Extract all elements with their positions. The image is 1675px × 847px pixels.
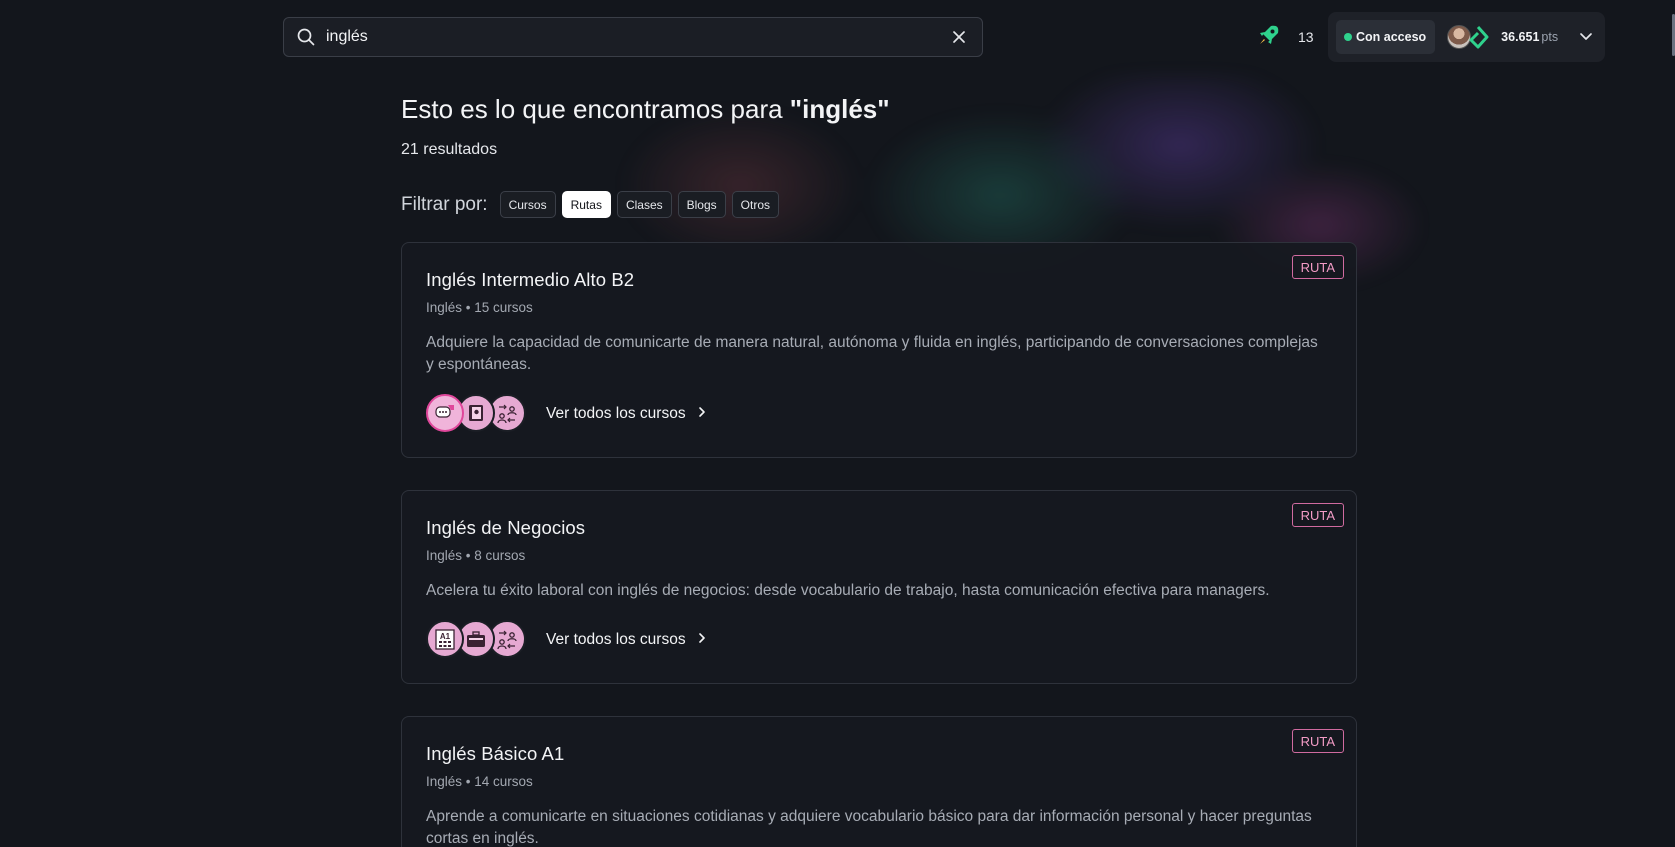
card-title[interactable]: Inglés Básico A1 xyxy=(426,743,1332,765)
card-meta: Inglés • 8 cursos xyxy=(426,548,526,563)
course-icons xyxy=(426,393,530,435)
see-all-courses-link[interactable]: Ver todos los cursos xyxy=(546,405,706,423)
filter-chip-otros[interactable]: Otros xyxy=(731,191,780,218)
svg-text:A1: A1 xyxy=(440,632,451,641)
title-query: "inglés" xyxy=(789,94,890,124)
user-panel[interactable]: Con acceso 36.651 pts xyxy=(1328,12,1605,62)
streak-count: 13 xyxy=(1298,29,1314,45)
filter-chip-cursos[interactable]: Cursos xyxy=(499,191,556,218)
course-icons: A1 xyxy=(426,619,530,661)
chat-bubble-icon xyxy=(426,394,464,432)
rocket-icon xyxy=(1256,22,1282,53)
result-card[interactable]: RUTA Inglés Básico A1 Inglés • 14 cursos… xyxy=(401,716,1357,847)
card-title[interactable]: Inglés Intermedio Alto B2 xyxy=(426,269,1332,291)
search-input[interactable] xyxy=(326,28,948,46)
points-unit: pts xyxy=(1541,30,1559,44)
page-title: Esto es lo que encontramos para "inglés" xyxy=(401,94,890,125)
card-description: Acelera tu éxito laboral con inglés de n… xyxy=(426,582,1270,599)
search-results-page: 13 Con acceso 36.651pts Esto es lo que e… xyxy=(0,0,1675,847)
result-card[interactable]: RUTA Inglés Intermedio Alto B2 Inglés • … xyxy=(401,242,1357,458)
brand-logo-icon xyxy=(1467,25,1489,54)
filter-bar: Filtrar por: Cursos Rutas Clases Blogs O… xyxy=(401,191,785,218)
status-dot xyxy=(1344,33,1352,41)
route-badge: RUTA xyxy=(1291,729,1344,753)
chevron-right-icon xyxy=(698,405,706,423)
filter-chip-rutas[interactable]: Rutas xyxy=(561,191,611,218)
clear-search-icon[interactable] xyxy=(948,26,970,48)
card-description: Adquiere la capacidad de comunicarte de … xyxy=(426,334,1318,373)
search-icon xyxy=(296,27,316,47)
title-prefix: Esto es lo que encontramos para xyxy=(401,94,790,124)
search-bar[interactable] xyxy=(283,17,983,57)
card-meta: Inglés • 15 cursos xyxy=(426,300,533,315)
card-title[interactable]: Inglés de Negocios xyxy=(426,517,1332,539)
route-badge: RUTA xyxy=(1291,255,1344,279)
see-all-label: Ver todos los cursos xyxy=(546,405,686,422)
streak-indicator[interactable]: 13 xyxy=(1256,22,1314,52)
chevron-right-icon xyxy=(698,631,706,649)
points-display: 36.651 pts xyxy=(1501,30,1558,44)
access-label: Con acceso xyxy=(1356,30,1427,44)
results-count: 21 resultados xyxy=(401,141,498,158)
see-all-courses-link[interactable]: Ver todos los cursos xyxy=(546,631,706,649)
a1-level-icon: A1 xyxy=(426,620,464,658)
result-card[interactable]: RUTA Inglés de Negocios Inglés • 8 curso… xyxy=(401,490,1357,684)
filter-label: Filtrar por: xyxy=(401,193,488,215)
filter-chip-blogs[interactable]: Blogs xyxy=(677,191,726,218)
card-meta: Inglés • 14 cursos xyxy=(426,774,533,789)
card-description: Aprende a comunicarte en situaciones cot… xyxy=(426,808,1312,847)
route-badge: RUTA xyxy=(1291,503,1344,527)
avatar-group[interactable] xyxy=(1447,22,1489,52)
chevron-down-icon[interactable] xyxy=(1579,29,1593,47)
filter-chip-clases[interactable]: Clases xyxy=(616,191,672,218)
access-status-badge[interactable]: Con acceso xyxy=(1336,20,1436,54)
see-all-label: Ver todos los cursos xyxy=(546,631,686,648)
points-value: 36.651 xyxy=(1501,30,1540,44)
